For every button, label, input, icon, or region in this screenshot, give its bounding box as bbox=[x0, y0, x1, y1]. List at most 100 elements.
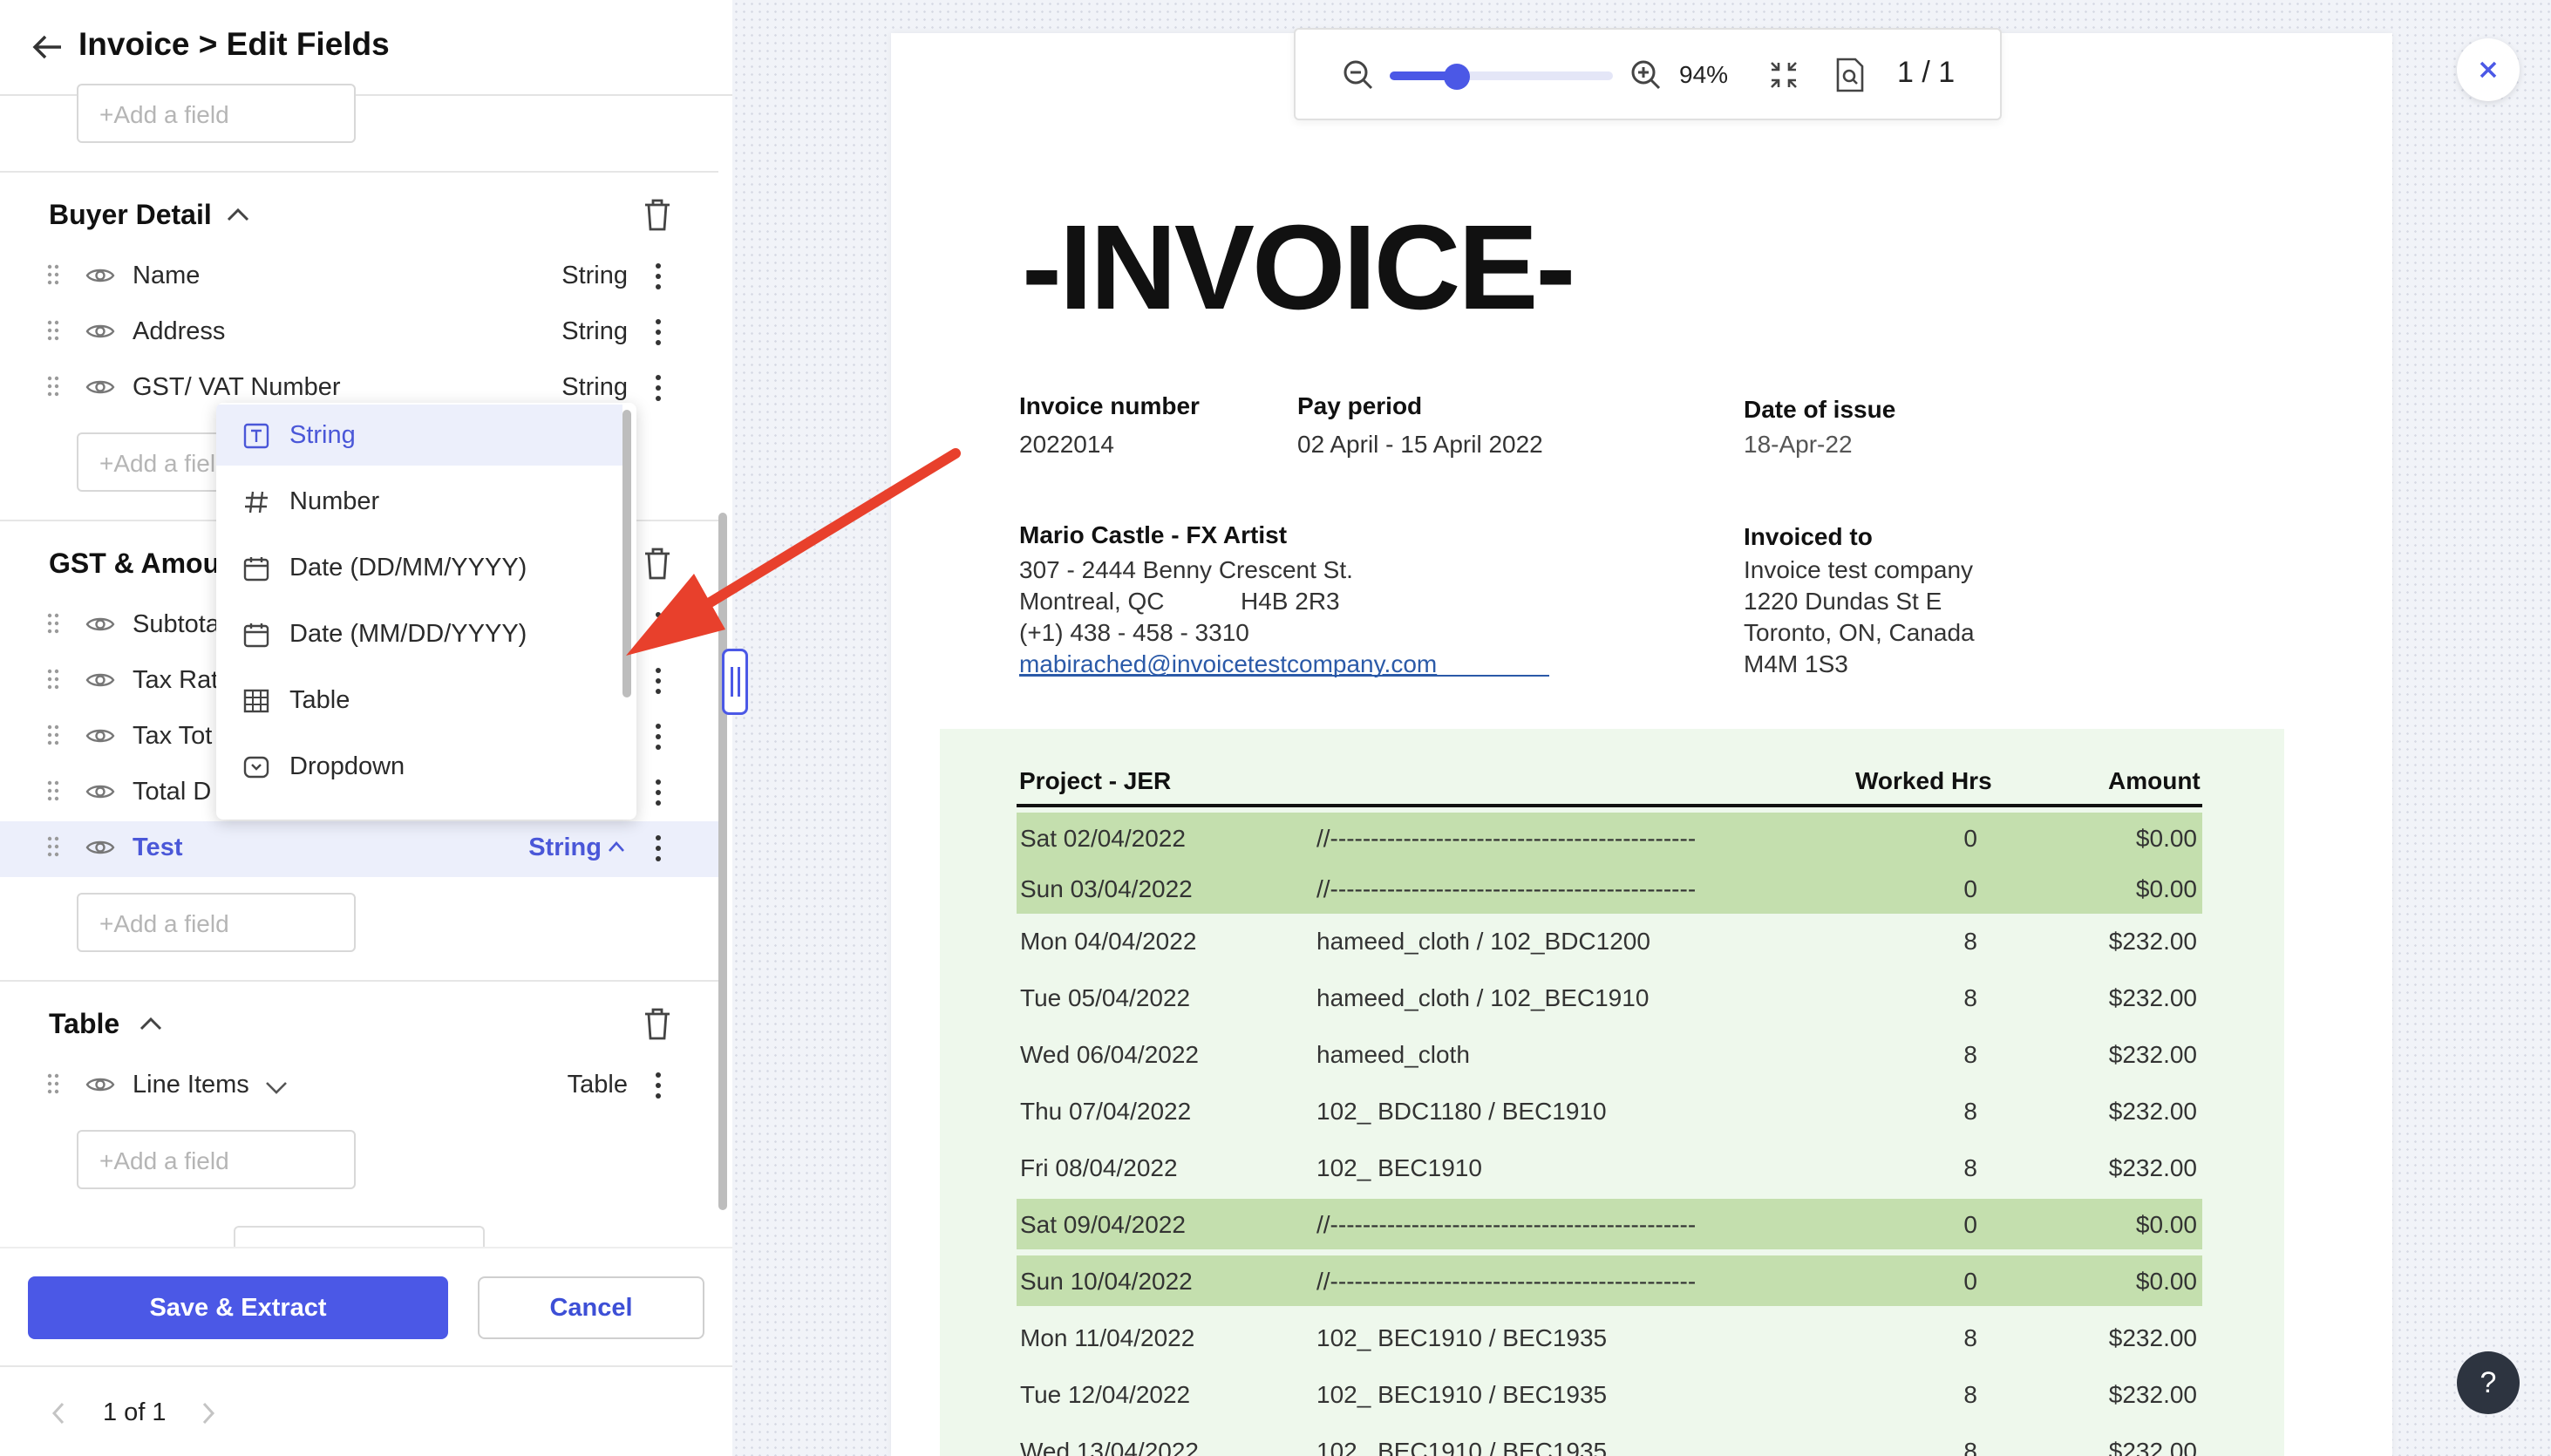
type-option[interactable]: Number bbox=[216, 471, 622, 532]
eye-icon[interactable] bbox=[85, 837, 115, 858]
field-type[interactable]: String bbox=[561, 262, 628, 290]
eye-icon[interactable] bbox=[85, 321, 115, 342]
drag-handle-icon[interactable] bbox=[47, 320, 59, 341]
col-project: Project - JER bbox=[1019, 767, 1172, 794]
more-options-icon[interactable] bbox=[652, 1071, 664, 1100]
chevron-right-icon[interactable] bbox=[199, 1400, 216, 1426]
page-search-icon[interactable] bbox=[1834, 56, 1866, 94]
field-row[interactable]: Address String bbox=[0, 305, 718, 361]
add-field-input[interactable]: +Add a field bbox=[77, 84, 356, 143]
chevron-up-icon[interactable] bbox=[138, 1015, 164, 1032]
type-option[interactable]: Dropdown bbox=[216, 736, 622, 797]
field-type[interactable]: Table bbox=[568, 1071, 628, 1099]
type-option[interactable]: Date (MM/DD/YYYY) bbox=[216, 603, 622, 664]
table-row: Sat 09/04/2022 //------------------------… bbox=[1017, 1199, 2202, 1249]
type-option[interactable] bbox=[216, 802, 622, 820]
text-type-icon bbox=[242, 422, 270, 450]
chevron-left-icon[interactable] bbox=[51, 1400, 68, 1426]
more-options-icon[interactable] bbox=[652, 722, 664, 752]
row-date: Mon 04/04/2022 bbox=[1020, 928, 1197, 955]
back-arrow-icon[interactable] bbox=[30, 31, 65, 63]
row-hours: 8 bbox=[1963, 1438, 1977, 1456]
more-options-icon[interactable] bbox=[652, 373, 664, 403]
panel-scrollbar[interactable] bbox=[718, 513, 727, 1210]
section-title-gst: GST & Amou bbox=[49, 548, 221, 579]
drag-handle-icon[interactable] bbox=[47, 669, 59, 690]
more-options-icon[interactable] bbox=[652, 262, 664, 291]
eye-icon[interactable] bbox=[85, 377, 115, 398]
cancel-button[interactable]: Cancel bbox=[478, 1276, 704, 1339]
zoom-in-icon[interactable] bbox=[1629, 58, 1663, 92]
row-description: hameed_cloth / 102_BEC1910 bbox=[1316, 984, 1650, 1011]
eye-icon[interactable] bbox=[85, 614, 115, 635]
eye-icon[interactable] bbox=[85, 670, 115, 691]
row-date: Sun 10/04/2022 bbox=[1020, 1268, 1193, 1295]
trash-icon[interactable] bbox=[642, 1006, 673, 1041]
field-type[interactable]: String bbox=[561, 373, 628, 402]
field-type[interactable]: String bbox=[561, 317, 628, 346]
more-options-icon[interactable] bbox=[652, 833, 664, 863]
trash-icon[interactable] bbox=[642, 197, 673, 232]
field-row[interactable]: Line Items Table bbox=[0, 1058, 718, 1114]
fit-to-screen-icon[interactable] bbox=[1768, 59, 1799, 91]
type-option[interactable]: Date (DD/MM/YYYY) bbox=[216, 537, 622, 598]
type-option[interactable]: String bbox=[216, 405, 622, 466]
row-description: //--------------------------------------… bbox=[1316, 1268, 1697, 1295]
eye-icon[interactable] bbox=[85, 1074, 115, 1095]
drag-handle-icon[interactable] bbox=[47, 725, 59, 745]
field-type[interactable]: String bbox=[528, 833, 624, 862]
drag-handle-icon[interactable] bbox=[47, 376, 59, 397]
drag-handle-icon[interactable] bbox=[47, 1073, 59, 1094]
dropdown-icon bbox=[242, 753, 270, 781]
save-extract-button[interactable]: Save & Extract bbox=[28, 1276, 448, 1339]
type-option[interactable]: Table bbox=[216, 670, 622, 731]
chevron-down-icon[interactable] bbox=[263, 1079, 289, 1095]
drag-handle-icon[interactable] bbox=[47, 613, 59, 634]
zoom-slider-handle[interactable] bbox=[1443, 64, 1470, 90]
more-options-icon[interactable] bbox=[652, 778, 664, 807]
page-title: Invoice > Edit Fields bbox=[78, 26, 390, 62]
row-hours: 0 bbox=[1963, 1211, 1977, 1238]
panel-resize-handle[interactable] bbox=[722, 649, 748, 715]
type-dropdown-menu: String Number Date (DD/MM/YYYY) Date (MM/DD… bbox=[216, 403, 636, 820]
row-date: Tue 05/04/2022 bbox=[1020, 984, 1191, 1011]
field-row[interactable]: Name String bbox=[0, 249, 718, 305]
pay-period-label: Pay period bbox=[1297, 392, 1423, 419]
more-options-icon[interactable] bbox=[652, 666, 664, 696]
more-options-icon[interactable] bbox=[652, 610, 664, 640]
row-hours: 8 bbox=[1963, 1098, 1977, 1125]
dropdown-scrollbar[interactable] bbox=[622, 410, 631, 697]
eye-icon[interactable] bbox=[85, 265, 115, 286]
drag-handle-icon[interactable] bbox=[47, 836, 59, 857]
row-hours: 0 bbox=[1963, 875, 1977, 902]
add-field-input[interactable]: +Add a field bbox=[77, 1130, 356, 1189]
pay-period: 02 April - 15 April 2022 bbox=[1297, 431, 1543, 458]
field-name: Total D bbox=[133, 778, 212, 806]
zoom-slider[interactable] bbox=[1390, 64, 1613, 90]
field-name: Line Items bbox=[133, 1071, 249, 1099]
col-worked-hrs: Worked Hrs bbox=[1855, 767, 1992, 794]
chevron-up-icon bbox=[609, 841, 624, 852]
chevron-up-icon[interactable] bbox=[225, 206, 251, 223]
table-row: Wed 13/04/2022 102_ BEC1910 / BEC1935 8 $23… bbox=[1017, 1425, 2202, 1456]
more-options-icon[interactable] bbox=[652, 317, 664, 347]
drag-handle-icon[interactable] bbox=[47, 264, 59, 285]
table-row: Mon 11/04/2022 102_ BEC1910 / BEC1935 8 $23… bbox=[1017, 1312, 2202, 1363]
eye-icon[interactable] bbox=[85, 781, 115, 802]
date-issue-label: Date of issue bbox=[1744, 396, 1896, 423]
help-button[interactable]: ? bbox=[2457, 1351, 2520, 1414]
trash-icon[interactable] bbox=[642, 546, 673, 581]
row-description: 102_ BDC1180 / BEC1910 bbox=[1316, 1098, 1607, 1125]
header-rule bbox=[1017, 804, 2202, 807]
row-description: 102_ BEC1910 / BEC1935 bbox=[1316, 1381, 1608, 1408]
row-description: //--------------------------------------… bbox=[1316, 875, 1697, 902]
add-field-input[interactable]: +Add a field bbox=[77, 893, 356, 952]
row-date: Sat 09/04/2022 bbox=[1020, 1211, 1186, 1238]
row-date: Wed 13/04/2022 bbox=[1020, 1438, 1199, 1456]
drag-handle-icon[interactable] bbox=[47, 780, 59, 801]
field-row[interactable]: Test String bbox=[0, 821, 718, 877]
zoom-out-icon[interactable] bbox=[1341, 58, 1376, 92]
table-row: Tue 05/04/2022 hameed_cloth / 102_BEC1910… bbox=[1017, 972, 2202, 1023]
close-button[interactable] bbox=[2457, 38, 2520, 101]
eye-icon[interactable] bbox=[85, 725, 115, 746]
